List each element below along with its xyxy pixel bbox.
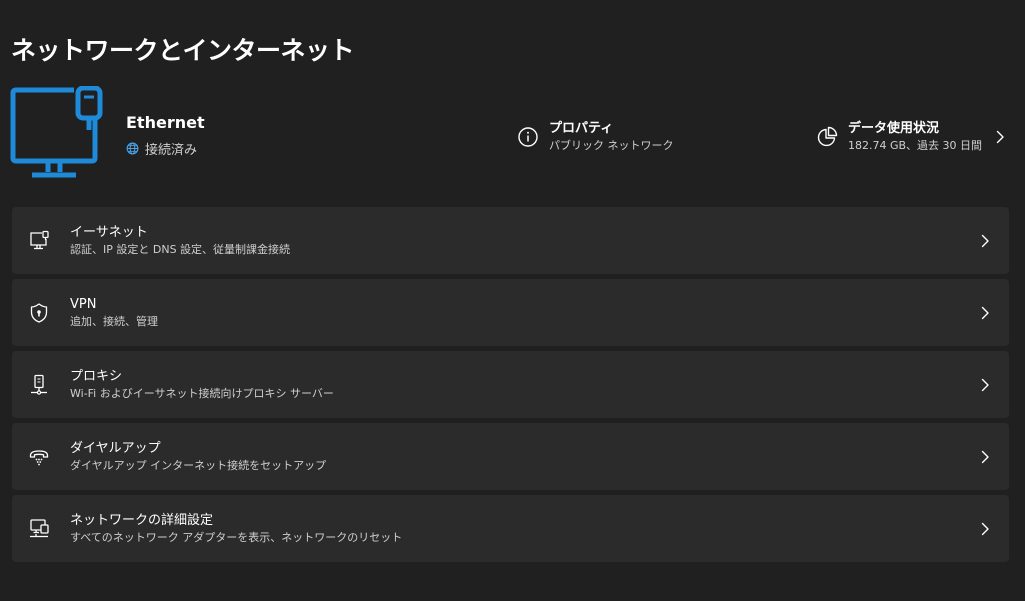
chevron-right-icon [981,234,989,247]
advanced-network-card[interactable]: ネットワークの詳細設定 すべてのネットワーク アダプターを表示、ネットワークのリ… [12,495,1009,562]
vpn-card[interactable]: VPN 追加、接続、管理 [12,279,1009,346]
ethernet-monitor-icon [10,86,103,178]
data-usage-subtitle: 182.74 GB、過去 30 日間 [848,139,983,152]
pie-chart-icon [817,126,838,147]
properties-title: プロパティ [549,121,614,136]
network-computer-icon [30,518,49,537]
page-title: ネットワークとインターネット [11,36,355,65]
chevron-right-icon [981,450,989,463]
card-title: VPN [70,296,97,312]
card-title: プロキシ [70,368,123,384]
settings-page: ネットワークとインターネット Ethernet 接続済み プロパティ パブリック [0,0,1025,601]
chevron-right-icon [996,130,1004,144]
data-usage-title: データ使用状況 [848,121,940,136]
chevron-right-icon [981,378,989,391]
connection-status: 接続済み [126,139,197,158]
properties-link[interactable]: プロパティ パブリック ネットワーク [516,117,696,157]
card-title: イーサネット [70,224,148,240]
adapter-name: Ethernet [126,113,205,132]
proxy-card[interactable]: プロキシ Wi-Fi およびイーサネット接続向けプロキシ サーバー [12,351,1009,418]
card-subtitle: すべてのネットワーク アダプターを表示、ネットワークのリセット [70,530,403,544]
card-subtitle: 追加、接続、管理 [70,314,158,328]
properties-subtitle: パブリック ネットワーク [549,139,674,152]
card-subtitle: 認証、IP 設定と DNS 設定、従量制課金接続 [70,242,291,256]
card-subtitle: ダイヤルアップ インターネット接続をセットアップ [70,458,327,472]
ethernet-card[interactable]: イーサネット 認証、IP 設定と DNS 設定、従量制課金接続 [12,207,1009,274]
proxy-server-icon [31,374,47,395]
shield-icon [30,302,48,323]
dialup-card[interactable]: ダイヤルアップ ダイヤルアップ インターネット接続をセットアップ [12,423,1009,490]
card-subtitle: Wi-Fi およびイーサネット接続向けプロキシ サーバー [70,386,334,400]
globe-icon [126,142,139,155]
ethernet-icon [30,230,49,249]
data-usage-link[interactable]: データ使用状況 182.74 GB、過去 30 日間 [815,117,1010,157]
dialup-phone-icon [29,449,49,465]
chevron-right-icon [981,522,989,535]
info-icon [518,127,538,147]
card-title: ネットワークの詳細設定 [70,512,214,528]
connection-status-label: 接続済み [145,143,198,158]
chevron-right-icon [981,306,989,319]
card-title: ダイヤルアップ [70,440,161,456]
